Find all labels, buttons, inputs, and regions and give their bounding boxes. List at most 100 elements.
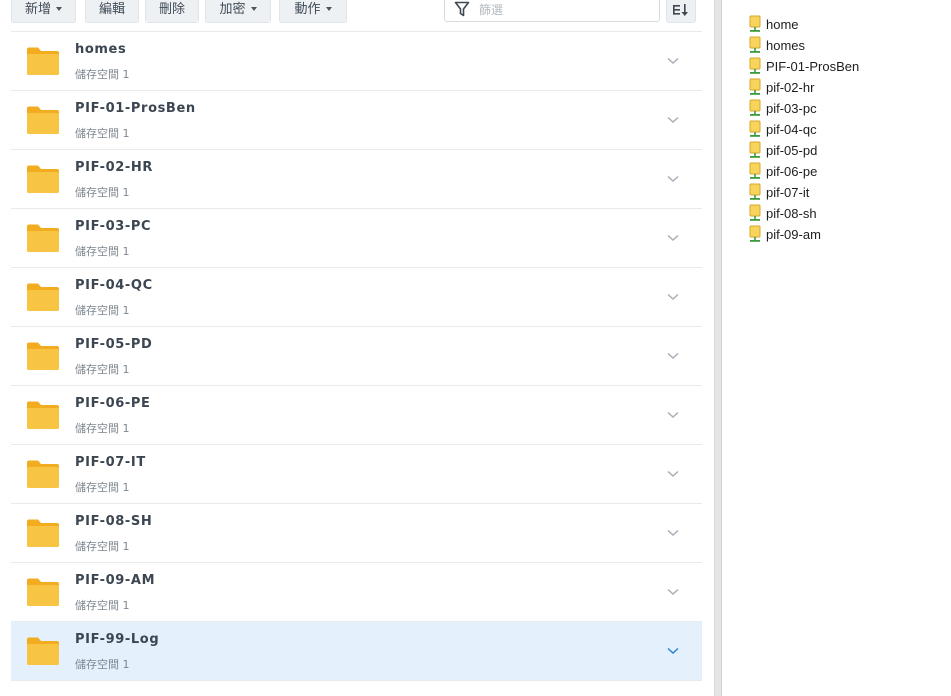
network-share-item[interactable]: pif-06-pe — [748, 161, 817, 181]
network-share-icon — [749, 57, 761, 74]
folder-row[interactable]: PIF-05-PD 儲存空間 1 — [11, 327, 702, 386]
network-share-icon — [749, 99, 761, 116]
folder-name: PIF-08-SH — [75, 514, 153, 529]
network-share-item[interactable]: pif-02-hr — [748, 77, 814, 97]
chevron-down-icon[interactable] — [667, 529, 679, 537]
chevron-down-icon[interactable] — [667, 588, 679, 596]
folder-storage: 儲存空間 1 — [75, 186, 130, 199]
folder-name: homes — [75, 42, 127, 57]
caret-down-icon — [325, 7, 332, 11]
encrypt-label: 加密 — [219, 2, 246, 17]
chevron-down-icon[interactable] — [667, 647, 679, 655]
folder-row[interactable]: PIF-01-ProsBen 儲存空間 1 — [11, 91, 702, 150]
action-button[interactable]: 動作 — [279, 0, 347, 23]
folder-icon — [27, 342, 59, 370]
network-share-item[interactable]: pif-03-pc — [748, 98, 817, 118]
edit-button[interactable]: 編輯 — [85, 0, 139, 23]
chevron-down-icon[interactable] — [667, 411, 679, 419]
folder-icon — [27, 637, 59, 665]
delete-button[interactable]: 刪除 — [145, 0, 199, 23]
network-share-label: pif-03-pc — [766, 100, 817, 116]
filter-input[interactable] — [479, 0, 649, 19]
folder-row[interactable]: PIF-08-SH 儲存空間 1 — [11, 504, 702, 563]
network-share-item[interactable]: pif-04-qc — [748, 119, 817, 139]
folder-icon — [27, 283, 59, 311]
network-share-icon — [749, 36, 761, 53]
network-share-icon — [749, 141, 761, 158]
network-share-icon — [749, 204, 761, 221]
folder-row[interactable]: PIF-02-HR 儲存空間 1 — [11, 150, 702, 209]
folder-name: PIF-09-AM — [75, 573, 156, 588]
folder-storage: 儲存空間 1 — [75, 363, 130, 376]
folder-icon — [27, 165, 59, 193]
network-share-icon — [749, 225, 761, 242]
folder-icon — [27, 578, 59, 606]
edit-label: 編輯 — [98, 2, 125, 17]
folder-icon — [27, 519, 59, 547]
filter-box[interactable] — [444, 0, 660, 22]
shared-folder-panel: 新增 編輯 刪除 加密 動作 篩選 homes 儲存空間 1 PIF-01-Pr… — [0, 0, 714, 696]
folder-storage: 儲存空間 1 — [75, 304, 130, 317]
chevron-down-icon[interactable] — [667, 352, 679, 360]
folder-row[interactable]: PIF-07-IT 儲存空間 1 — [11, 445, 702, 504]
chevron-down-icon[interactable] — [667, 57, 679, 65]
network-share-icon — [749, 183, 761, 200]
network-share-item[interactable]: pif-08-sh — [748, 203, 817, 223]
folder-name: PIF-01-ProsBen — [75, 101, 196, 116]
chevron-down-icon[interactable] — [667, 175, 679, 183]
folder-row[interactable]: PIF-06-PE 儲存空間 1 — [11, 386, 702, 445]
network-share-item[interactable]: home — [748, 14, 799, 34]
panel-divider[interactable] — [714, 0, 722, 696]
folder-row[interactable]: PIF-09-AM 儲存空間 1 — [11, 563, 702, 622]
network-share-item[interactable]: homes — [748, 35, 805, 55]
encrypt-button[interactable]: 加密 — [205, 0, 271, 23]
folder-row[interactable]: PIF-99-Log 儲存空間 1 — [11, 622, 702, 681]
network-share-tree: home homes PIF-01-ProsBen pif-02-hr pif-03-p… — [722, 0, 951, 696]
delete-label: 刪除 — [158, 2, 185, 17]
folder-name: PIF-99-Log — [75, 632, 160, 647]
folder-storage: 儲存空間 1 — [75, 422, 130, 435]
folder-icon — [27, 224, 59, 252]
folder-storage: 儲存空間 1 — [75, 481, 130, 494]
folder-storage: 儲存空間 1 — [75, 599, 130, 612]
folder-row[interactable]: PIF-03-PC 儲存空間 1 — [11, 209, 702, 268]
network-share-item[interactable]: PIF-01-ProsBen — [748, 56, 859, 76]
network-share-label: PIF-01-ProsBen — [766, 58, 860, 74]
folder-name: PIF-07-IT — [75, 455, 146, 470]
folder-storage: 儲存空間 1 — [75, 658, 130, 671]
folder-storage: 儲存空間 1 — [75, 127, 130, 140]
filter-icon — [454, 1, 470, 17]
chevron-down-icon[interactable] — [667, 470, 679, 478]
chevron-down-icon[interactable] — [667, 293, 679, 301]
network-share-icon — [749, 162, 761, 179]
network-share-icon — [749, 15, 761, 32]
network-share-label: pif-07-it — [766, 184, 810, 200]
folder-icon — [27, 401, 59, 429]
action-label: 動作 — [294, 2, 321, 17]
create-button[interactable]: 新增 — [11, 0, 76, 23]
folder-icon — [27, 460, 59, 488]
chevron-down-icon[interactable] — [667, 234, 679, 242]
caret-down-icon — [250, 7, 257, 11]
network-share-label: home — [766, 16, 799, 32]
folder-storage: 儲存空間 1 — [75, 245, 130, 258]
network-share-label: pif-02-hr — [766, 79, 815, 95]
network-share-item[interactable]: pif-07-it — [748, 182, 809, 202]
folder-name: PIF-04-QC — [75, 278, 153, 293]
caret-down-icon — [56, 7, 62, 11]
folder-storage: 儲存空間 1 — [75, 68, 130, 81]
folder-row[interactable]: PIF-04-QC 儲存空間 1 — [11, 268, 702, 327]
network-share-icon — [749, 120, 761, 137]
chevron-down-icon[interactable] — [667, 116, 679, 124]
network-share-item[interactable]: pif-09-am — [748, 224, 821, 244]
folder-row[interactable]: homes 儲存空間 1 — [11, 32, 702, 91]
network-share-label: pif-09-am — [766, 226, 821, 242]
create-label: 新增 — [24, 2, 51, 17]
folder-storage: 儲存空間 1 — [75, 540, 130, 553]
sort-button[interactable] — [666, 0, 696, 23]
network-share-item[interactable]: pif-05-pd — [748, 140, 817, 160]
network-share-label: pif-05-pd — [766, 142, 818, 158]
network-share-label: pif-06-pe — [766, 163, 818, 179]
folder-name: PIF-03-PC — [75, 219, 152, 234]
sort-icon — [673, 4, 688, 16]
